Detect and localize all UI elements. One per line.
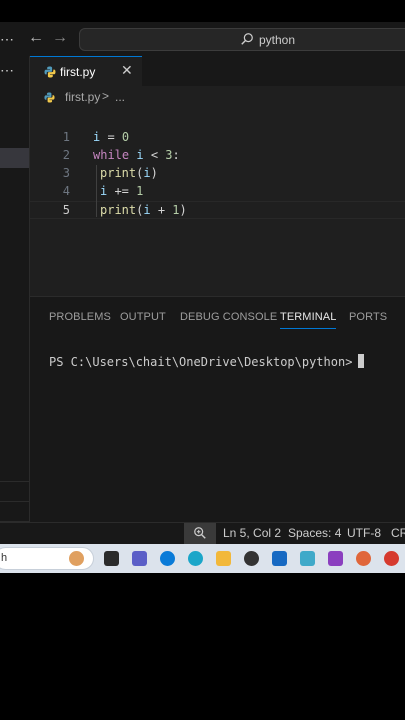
forward-arrow-icon[interactable]: → (52, 29, 68, 47)
search-highlight-icon (69, 551, 84, 566)
file-explorer-icon[interactable] (216, 551, 231, 566)
search-text: python (259, 33, 296, 47)
editor-tab-bar: first.py ✕ (30, 56, 405, 86)
task-view-icon[interactable] (104, 551, 119, 566)
code-text: i = 0 (93, 130, 129, 144)
code-text: print(i + 1) (100, 203, 187, 217)
code-token: ) (179, 203, 187, 217)
code-token: i (136, 148, 144, 162)
code-token: + (150, 203, 173, 217)
breadcrumb-file[interactable]: first.py (65, 90, 100, 104)
code-token: += (107, 184, 137, 198)
code-token: print (100, 166, 137, 180)
sidebar-divider (0, 501, 29, 502)
code-token: : (172, 148, 180, 162)
tab-ports[interactable]: PORTS (349, 311, 387, 323)
terminal-line[interactable]: PS C:\Users\chait\OneDrive\Desktop\pytho… (49, 354, 365, 369)
tab-terminal[interactable]: TERMINAL (280, 311, 337, 329)
line-number: 1 (62, 130, 70, 144)
zoom-icon (194, 527, 206, 539)
encoding[interactable]: UTF-8 (347, 526, 381, 540)
dell-icon[interactable] (160, 551, 175, 566)
breadcrumb: first.py > ... (30, 86, 405, 108)
code-token: < (143, 148, 166, 162)
status-bar: Ln 5, Col 2 Spaces: 4 UTF-8 CR (0, 522, 405, 544)
tab-label: first.py (60, 65, 96, 79)
code-editor[interactable]: 1i = 0 2 while i < 3: 3 print(i) 4 i += 1 5 prin… (30, 108, 405, 296)
tab-debug-console[interactable]: DEBUG CONSOLE (180, 311, 277, 323)
wps-icon[interactable] (384, 551, 399, 566)
terminal-cursor (358, 354, 365, 368)
menu-dots-icon[interactable]: ⋯ (0, 31, 14, 48)
vscode-window: ⋯ ← → python ⋯ first.py ✕ first.py > ...… (0, 22, 405, 573)
code-token: 1 (136, 184, 144, 198)
indentation[interactable]: Spaces: 4 (288, 526, 341, 540)
code-line[interactable]: 1 i = 0 (30, 129, 405, 147)
code-text: print(i) (100, 166, 158, 180)
line-number: 3 (62, 166, 70, 180)
code-token: 1 (172, 203, 180, 217)
firefox-icon[interactable] (356, 551, 371, 566)
code-token: while (93, 148, 130, 162)
back-arrow-icon[interactable]: ← (28, 29, 44, 47)
zoom-button[interactable] (184, 523, 216, 544)
close-icon[interactable]: ✕ (121, 62, 133, 79)
sidebar-divider (0, 481, 29, 482)
code-line[interactable]: 3 print(i) (30, 165, 405, 183)
code-token: print (100, 203, 137, 217)
media-icon[interactable] (328, 551, 343, 566)
code-token: i (143, 166, 151, 180)
teams-icon[interactable] (132, 551, 147, 566)
code-token: = (100, 130, 122, 144)
code-text: i += 1 (100, 184, 143, 198)
code-line[interactable]: 4 i += 1 (30, 183, 405, 201)
chrome-icon[interactable] (244, 551, 259, 566)
tab-problems[interactable]: PROBLEMS (49, 311, 111, 323)
taskbar-search-text: h (1, 552, 8, 564)
line-number: 5 (62, 203, 70, 217)
taskbar-search[interactable]: h (0, 547, 94, 570)
edge-icon[interactable] (188, 551, 203, 566)
indent-guide (96, 165, 97, 217)
sidebar-more-icon[interactable]: ⋯ (0, 62, 14, 79)
breadcrumb-chevron-icon: > (102, 89, 110, 103)
search-icon (241, 33, 253, 45)
code-token: 0 (121, 130, 130, 144)
tab-output[interactable]: OUTPUT (120, 311, 166, 323)
cursor-position[interactable]: Ln 5, Col 2 (223, 526, 281, 540)
python-file-icon (44, 92, 55, 103)
title-bar: ⋯ ← → python (0, 22, 405, 56)
windows-taskbar: h (0, 544, 405, 573)
code-token: 3 (165, 148, 173, 162)
code-token: ) (150, 166, 158, 180)
store-icon[interactable] (272, 551, 287, 566)
terminal-prompt: PS C:\Users\chait\OneDrive\Desktop\pytho… (49, 355, 353, 369)
line-number: 4 (62, 184, 70, 198)
code-token: i (143, 203, 151, 217)
python-file-icon (44, 66, 56, 78)
line-number: 2 (62, 148, 70, 162)
bottom-panel: PROBLEMS OUTPUT DEBUG CONSOLE TERMINAL P… (30, 296, 405, 522)
code-line[interactable]: 5 print(i + 1) (30, 201, 405, 219)
sidebar-selected-item[interactable] (0, 148, 29, 168)
code-line[interactable]: 2 while i < 3: (30, 147, 405, 165)
notepad-icon[interactable] (300, 551, 315, 566)
tab-first-py[interactable]: first.py ✕ (30, 56, 142, 86)
end-of-line[interactable]: CR (391, 526, 405, 540)
explorer-sidebar: ⋯ (0, 56, 30, 522)
command-center-search[interactable]: python (79, 28, 405, 51)
breadcrumb-symbols[interactable]: ... (115, 90, 125, 104)
code-text: while i < 3: (93, 148, 180, 162)
